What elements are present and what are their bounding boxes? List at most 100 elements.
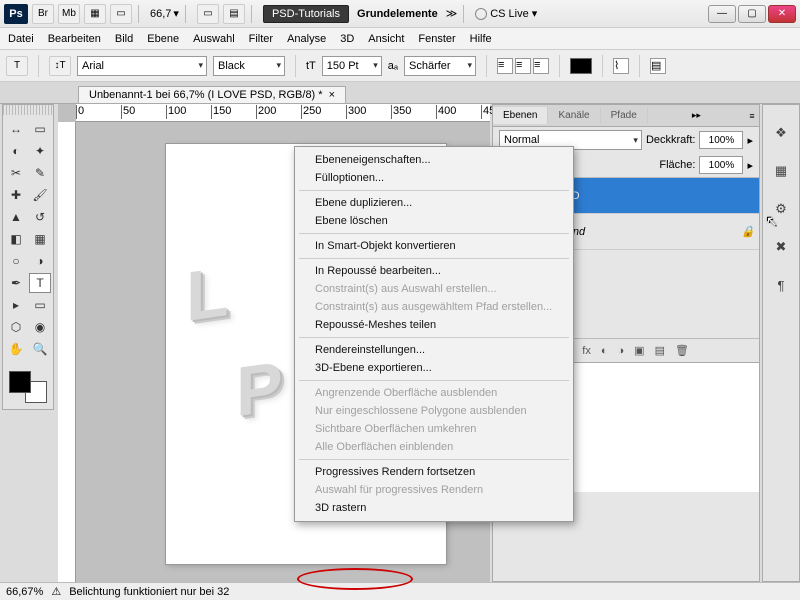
fill-flyout-icon[interactable]: ▸ [747, 159, 753, 172]
text-orientation-icon[interactable]: ↕T [49, 56, 71, 76]
trash-icon[interactable]: 🗑 [675, 344, 689, 357]
menu-filter[interactable]: Filter [249, 33, 273, 45]
hand-tool[interactable]: ✋ [5, 339, 27, 359]
eyedropper-tool[interactable]: ✎ [29, 163, 51, 183]
workspace-name[interactable]: Grundelemente [353, 8, 442, 20]
paragraph-icon[interactable]: ¶ [770, 275, 792, 295]
tab-ebenen[interactable]: Ebenen [493, 107, 548, 124]
warp-text-button[interactable]: ⌇ [613, 58, 629, 74]
fx-icon[interactable]: fx [582, 345, 591, 357]
swatches-icon[interactable]: ❖ [770, 123, 792, 143]
tab-kanaele[interactable]: Kanäle [548, 107, 600, 124]
zoom-tool[interactable]: 🔍 [29, 339, 51, 359]
pen-tool[interactable]: ✒ [5, 273, 27, 293]
tools-icon[interactable]: ✖ [770, 237, 792, 257]
wand-tool[interactable]: ✦ [29, 141, 51, 161]
dodge-tool[interactable]: ◑ [29, 251, 51, 271]
blur-tool[interactable]: ○ [5, 251, 27, 271]
ctx-item[interactable]: In Repoussé bearbeiten... [297, 262, 571, 280]
ctx-item-3d-rastern[interactable]: 3D rastern [297, 499, 571, 517]
status-zoom[interactable]: 66,67% [6, 586, 43, 598]
menu-3d[interactable]: 3D [340, 33, 354, 45]
type-tool[interactable]: T [29, 273, 51, 293]
menu-bearbeiten[interactable]: Bearbeiten [48, 33, 101, 45]
psd-tutorials-chip[interactable]: PSD-Tutorials [263, 5, 349, 23]
ctx-item[interactable]: In Smart-Objekt konvertieren [297, 237, 571, 255]
menu-analyse[interactable]: Analyse [287, 33, 326, 45]
heal-tool[interactable]: ✚ [5, 185, 27, 205]
lasso-tool[interactable]: ◐ [5, 141, 27, 161]
ctx-item[interactable]: 3D-Ebene exportieren... [297, 359, 571, 377]
ctx-item[interactable]: Fülloptionen... [297, 169, 571, 187]
zoom-level[interactable]: 66,7▾ [150, 7, 179, 20]
cs-live-icon[interactable]: CS Live▾ [475, 7, 537, 20]
marquee-tool[interactable]: ▭ [29, 119, 51, 139]
tools-grip[interactable] [3, 105, 53, 115]
close-button[interactable]: ✕ [768, 5, 796, 23]
ctx-item[interactable]: Progressives Rendern fortsetzen [297, 463, 571, 481]
ctx-item[interactable]: Rendereinstellungen... [297, 341, 571, 359]
color-chips[interactable] [5, 367, 51, 407]
menu-fenster[interactable]: Fenster [418, 33, 455, 45]
gradient-tool[interactable]: ▦ [29, 229, 51, 249]
character-panel-button[interactable]: ▤ [650, 58, 666, 74]
group-icon[interactable]: ▣ [634, 344, 644, 357]
panel-menu-icon[interactable]: ≡ [745, 111, 759, 121]
font-size-combo[interactable]: 150 Pt [322, 56, 382, 76]
align-left-button[interactable]: ≡ [497, 58, 513, 74]
ctx-item[interactable]: Ebene löschen [297, 212, 571, 230]
move-tool[interactable]: ↔ [5, 119, 27, 139]
brush-tool[interactable]: 🖌 [29, 185, 51, 205]
ctx-item[interactable]: Repoussé-Meshes teilen [297, 316, 571, 334]
mask-icon[interactable]: ◐ [601, 345, 608, 357]
foreground-color[interactable] [9, 371, 31, 393]
minibridge-icon[interactable]: Mb [58, 4, 80, 24]
crop-tool[interactable]: ✂ [5, 163, 27, 183]
extras-icon[interactable]: ▭ [197, 4, 219, 24]
antialias-combo[interactable]: Schärfer [404, 56, 476, 76]
ruler-vertical[interactable] [58, 122, 76, 582]
fill-input[interactable]: 100% [699, 156, 743, 174]
menu-ebene[interactable]: Ebene [147, 33, 179, 45]
text-color-swatch[interactable] [570, 58, 592, 74]
menu-bar: Datei Bearbeiten Bild Ebene Auswahl Filt… [0, 28, 800, 50]
font-style-combo[interactable]: Black [213, 56, 285, 76]
doc-tab[interactable]: Unbenannt-1 bei 66,7% (I LOVE PSD, RGB/8… [78, 86, 346, 103]
ruler-horizontal[interactable]: 0 50 100 150 200 250 300 350 400 450 [76, 104, 490, 122]
align-center-button[interactable]: ≡ [515, 58, 531, 74]
adjustments-icon[interactable]: ▦ [770, 161, 792, 181]
3d-tool[interactable]: ⬡ [5, 317, 27, 337]
bridge-icon[interactable]: Br [32, 4, 54, 24]
arrange-icon[interactable]: ▦ [84, 4, 106, 24]
ctx-item[interactable]: Ebeneneigenschaften... [297, 151, 571, 169]
menu-ansicht[interactable]: Ansicht [368, 33, 404, 45]
doc-tab-close-icon[interactable]: × [329, 89, 335, 101]
menu-bild[interactable]: Bild [115, 33, 133, 45]
history-brush-tool[interactable]: ↺ [29, 207, 51, 227]
eraser-tool[interactable]: ◧ [5, 229, 27, 249]
3d-camera-tool[interactable]: ◉ [29, 317, 51, 337]
styles-icon[interactable]: ⚙ [770, 199, 792, 219]
opacity-flyout-icon[interactable]: ▸ [747, 134, 753, 147]
shape-tool[interactable]: ▭ [29, 295, 51, 315]
ctx-item[interactable]: Ebene duplizieren... [297, 194, 571, 212]
menu-auswahl[interactable]: Auswahl [193, 33, 235, 45]
path-sel-tool[interactable]: ▸ [5, 295, 27, 315]
align-right-button[interactable]: ≡ [533, 58, 549, 74]
menu-datei[interactable]: Datei [8, 33, 34, 45]
minimize-button[interactable]: — [708, 5, 736, 23]
panel-collapse-icon[interactable]: ▸▸ [689, 110, 703, 121]
opacity-input[interactable]: 100% [699, 131, 743, 149]
tab-pfade[interactable]: Pfade [601, 107, 648, 124]
new-layer-icon[interactable]: ▤ [655, 344, 665, 357]
workspace-more-icon[interactable]: ≫ [446, 7, 458, 20]
ctx-item: Constraint(s) aus Auswahl erstellen... [297, 280, 571, 298]
ps-icon[interactable]: Ps [4, 4, 28, 24]
adjustment-icon[interactable]: ◑ [618, 345, 625, 357]
screen-mode-icon[interactable]: ▭ [110, 4, 132, 24]
stamp-tool[interactable]: ▲ [5, 207, 27, 227]
maximize-button[interactable]: ▢ [738, 5, 766, 23]
menu-hilfe[interactable]: Hilfe [470, 33, 492, 45]
guides-icon[interactable]: ▤ [223, 4, 245, 24]
font-family-combo[interactable]: Arial [77, 56, 207, 76]
